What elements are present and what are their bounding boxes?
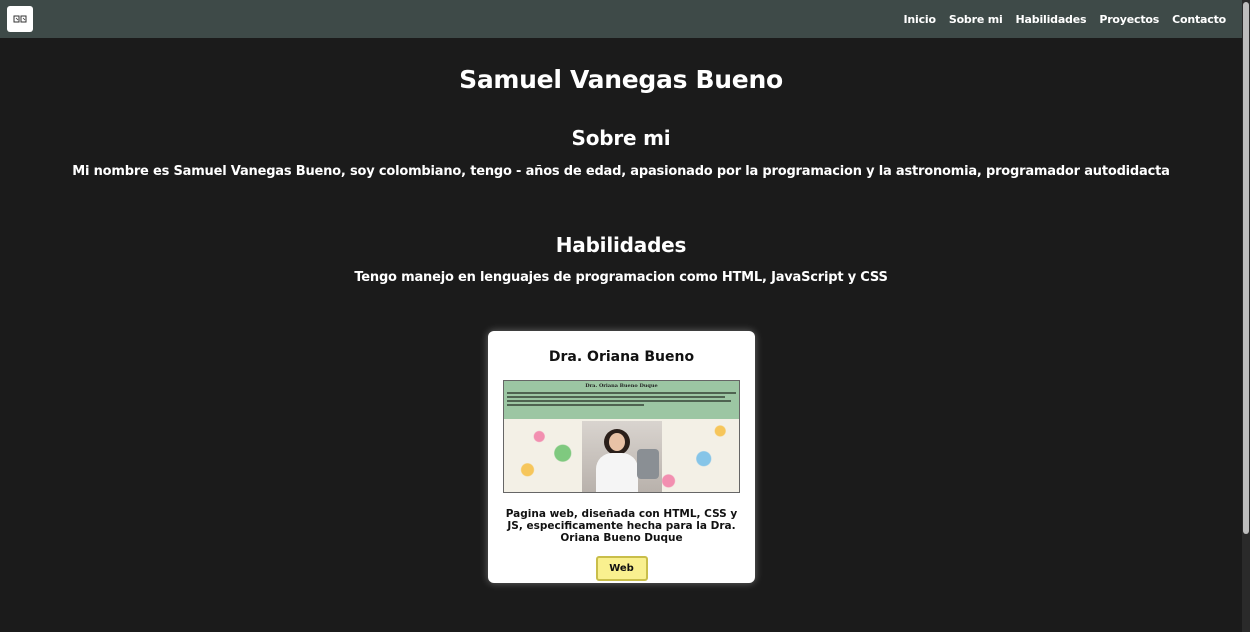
doctor-photo <box>582 421 662 492</box>
skills-text: Tengo manejo en lenguajes de programacio… <box>354 270 888 285</box>
project-image-text-lines <box>507 392 736 406</box>
nav-link-inicio[interactable]: Inicio <box>904 13 937 26</box>
nav-link-proyectos[interactable]: Proyectos <box>1099 13 1159 26</box>
doctor-face <box>609 433 625 451</box>
scrollbar[interactable] <box>1242 0 1250 632</box>
nav-links: Inicio Sobre mi Habilidades Proyectos Co… <box>904 13 1227 26</box>
about-text: Mi nombre es Samuel Vanegas Bueno, soy c… <box>72 164 1170 179</box>
project-web-button[interactable]: Web <box>595 556 648 581</box>
nav-link-habilidades[interactable]: Habilidades <box>1016 13 1087 26</box>
nav-link-contacto[interactable]: Contacto <box>1172 13 1226 26</box>
page-title: Samuel Vanegas Bueno <box>459 65 783 94</box>
project-image-header: Dra. Oriana Bueno Duque <box>504 381 739 419</box>
about-title: Sobre mi <box>571 126 671 150</box>
eye-exam-device <box>637 449 659 479</box>
project-card: Dra. Oriana Bueno Dra. Oriana Bueno Duqu… <box>488 331 755 583</box>
project-card-description: Pagina web, diseñada con HTML, CSS y JS,… <box>505 508 738 544</box>
project-image-header-title: Dra. Oriana Bueno Duque <box>585 383 658 389</box>
skills-title: Habilidades <box>555 233 687 257</box>
project-card-title: Dra. Oriana Bueno <box>548 349 695 365</box>
main-content: Samuel Vanegas Bueno Sobre mi Mi nombre … <box>0 38 1242 355</box>
doctor-coat <box>596 453 638 492</box>
project-card-image: Dra. Oriana Bueno Duque <box>503 380 740 493</box>
nav-link-sobre-mi[interactable]: Sobre mi <box>949 13 1003 26</box>
scrollbar-thumb[interactable] <box>1243 2 1249 534</box>
profile-logo-icon[interactable] <box>7 6 33 32</box>
navbar: Inicio Sobre mi Habilidades Proyectos Co… <box>0 0 1242 38</box>
